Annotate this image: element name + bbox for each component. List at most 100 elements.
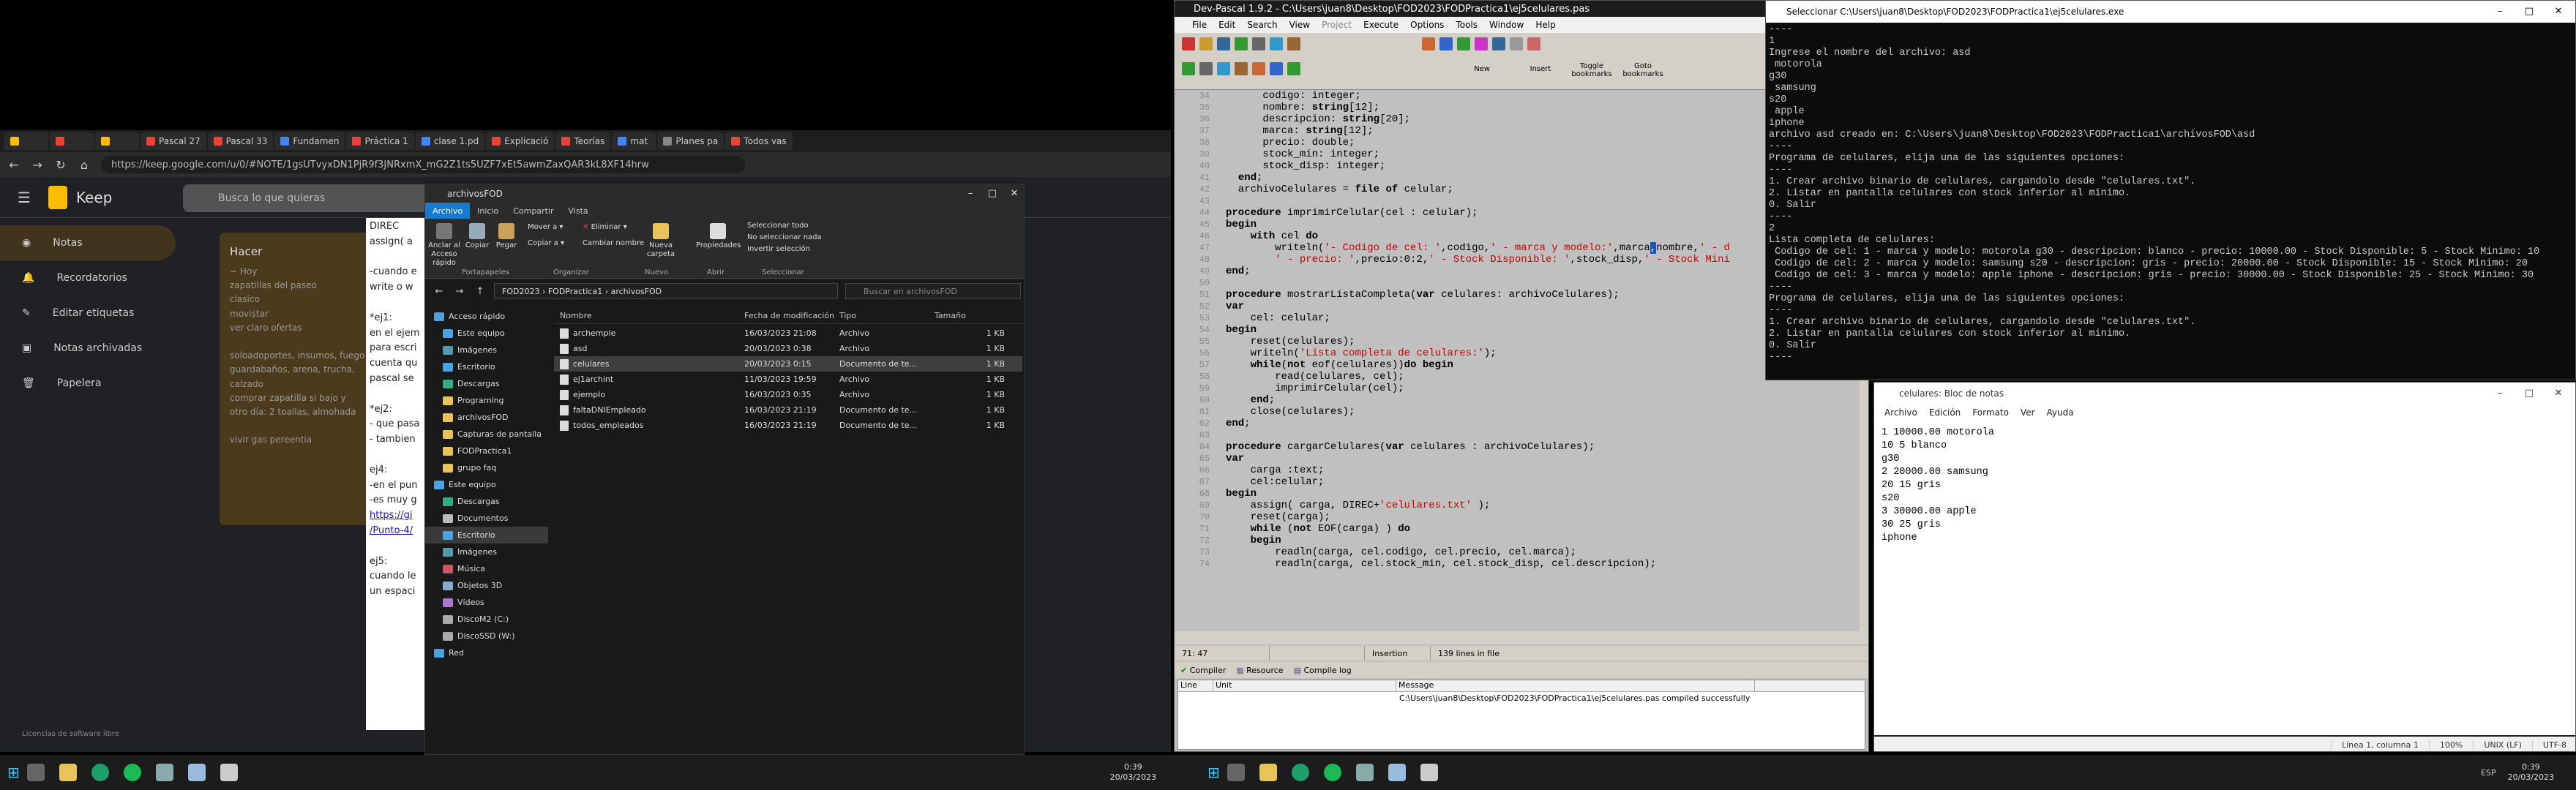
invert-selection-button[interactable]: Invertir selección bbox=[747, 245, 810, 254]
up-icon[interactable]: ↑ bbox=[473, 286, 487, 297]
toolbar-icon[interactable] bbox=[1270, 62, 1283, 75]
maximize-icon[interactable]: □ bbox=[981, 188, 1003, 199]
move-to-button[interactable]: Mover a ▾ bbox=[528, 223, 563, 232]
clock-left[interactable]: 0:39 20/03/2023 bbox=[1110, 762, 1156, 783]
keep-nav-item[interactable]: 🗑 Papelera bbox=[0, 366, 190, 401]
col-message[interactable]: Message bbox=[1396, 680, 1755, 691]
tab-resource[interactable]: ▦ Resource bbox=[1236, 666, 1283, 675]
console-taskbar-icon[interactable] bbox=[1420, 764, 1438, 781]
col-line[interactable]: Line bbox=[1178, 680, 1213, 691]
clock-right[interactable]: 0:39 20/03/2023 bbox=[2508, 762, 2554, 783]
tab-compile-log[interactable]: ▤ Compile log bbox=[1294, 666, 1352, 675]
nav-pane-item[interactable]: Capturas de pantalla bbox=[425, 426, 548, 443]
nav-pane-item[interactable]: Escritorio bbox=[425, 527, 548, 543]
pin-button[interactable]: Anclar al Acceso rápido bbox=[428, 223, 460, 268]
file-row[interactable]: faltaDNIEmpleado 16/03/2023 21:19 Document… bbox=[554, 402, 1022, 418]
nav-pane-item[interactable]: DiscoM2 (C:) bbox=[425, 611, 548, 628]
path-field[interactable]: FOD2023 › FODPractica1 › archivosFOD bbox=[494, 283, 838, 299]
menu-item[interactable]: Edit bbox=[1218, 20, 1235, 30]
nav-pane-item[interactable]: FODPractica1 bbox=[425, 443, 548, 459]
toolbar-icon[interactable] bbox=[1217, 37, 1230, 50]
paste-button[interactable]: Pegar bbox=[493, 223, 520, 250]
url-field[interactable]: https://keep.google.com/u/0/#NOTE/1gsUTv… bbox=[101, 156, 745, 173]
toolbar-icon[interactable] bbox=[1475, 37, 1488, 50]
rename-button[interactable]: Cambiar nombre bbox=[583, 239, 644, 248]
nav-pane-item[interactable]: Programing bbox=[425, 392, 548, 409]
menu-item[interactable]: View bbox=[1289, 20, 1310, 30]
menu-icon[interactable]: ☰ bbox=[18, 189, 31, 206]
nav-pane-item[interactable]: Este equipo bbox=[425, 325, 548, 342]
menu-item[interactable]: Project bbox=[1322, 20, 1352, 30]
toolbar-icon[interactable] bbox=[1252, 62, 1265, 75]
nav-pane-item[interactable]: DiscoSSD (W:) bbox=[425, 628, 548, 644]
nav-pane-item[interactable]: Descargas bbox=[425, 493, 548, 510]
tab-compartir[interactable]: Compartir bbox=[506, 206, 561, 216]
editor-hscrollbar[interactable] bbox=[1175, 631, 1868, 644]
toolbar-icon[interactable] bbox=[1287, 37, 1300, 50]
close-icon[interactable]: ✕ bbox=[2547, 6, 2569, 17]
tab-archivo[interactable]: Archivo bbox=[425, 203, 471, 219]
nav-pane-item[interactable]: Documentos bbox=[425, 510, 548, 527]
browser-tab[interactable] bbox=[95, 132, 139, 150]
col-date[interactable]: Fecha de modificación bbox=[744, 311, 839, 320]
notepad-text[interactable]: 1 10000.00 motorola 10 5 blanco g30 2 20000… bbox=[1874, 421, 2575, 735]
toolbar-icon[interactable] bbox=[1439, 37, 1453, 50]
toolbar-button-label[interactable]: Goto bookmarks bbox=[1621, 62, 1665, 78]
console-output[interactable]: ---- 1 Ingrese el nombre del archivo: asd … bbox=[1769, 24, 2559, 364]
edge-icon[interactable] bbox=[1291, 764, 1309, 781]
menu-item[interactable]: Edición bbox=[1929, 407, 1961, 418]
toolbar-icon[interactable] bbox=[1235, 62, 1248, 75]
browser-tab[interactable]: clase 1.pd bbox=[415, 132, 485, 150]
minimize-icon[interactable]: – bbox=[2489, 388, 2511, 399]
doc-text[interactable]: DIREC assign( a -cuando e write o w *ej1: e… bbox=[370, 219, 424, 731]
language-indicator[interactable]: ESP bbox=[2481, 768, 2496, 778]
menu-item[interactable]: Help bbox=[1535, 20, 1555, 30]
nav-pane-item[interactable]: Imágenes bbox=[425, 543, 548, 560]
menu-item[interactable]: Options bbox=[1410, 20, 1444, 30]
nav-pane-item[interactable]: archivosFOD bbox=[425, 409, 548, 426]
toolbar-icon[interactable] bbox=[1510, 37, 1523, 50]
nav-pane-item[interactable]: Vídeos bbox=[425, 594, 548, 611]
notepad-taskbar-icon[interactable] bbox=[187, 764, 206, 781]
nav-pane-item[interactable]: Imágenes bbox=[425, 342, 548, 358]
file-row[interactable]: archemple 16/03/2023 21:08 Archivo 1 KB bbox=[554, 326, 1022, 341]
forward-icon[interactable]: → bbox=[31, 158, 44, 172]
menu-item[interactable]: File bbox=[1192, 20, 1207, 30]
maximize-icon[interactable]: □ bbox=[2518, 6, 2540, 17]
menu-item[interactable]: Tools bbox=[1456, 20, 1478, 30]
explorer-taskbar-icon[interactable] bbox=[1259, 764, 1277, 781]
browser-tab[interactable]: Explicació bbox=[486, 132, 555, 150]
menu-item[interactable]: Execute bbox=[1363, 20, 1399, 30]
task-view-icon[interactable] bbox=[1227, 764, 1245, 781]
toolbar-icon[interactable] bbox=[1199, 62, 1213, 75]
browser-tab[interactable]: Fundamen bbox=[274, 132, 345, 150]
reload-icon[interactable]: ↻ bbox=[54, 158, 67, 172]
toolbar-icon[interactable] bbox=[1422, 37, 1435, 50]
nav-pane-item[interactable]: Escritorio bbox=[425, 358, 548, 375]
explorer-search-input[interactable]: Buscar en archivosFOD bbox=[845, 283, 1021, 299]
start-icon[interactable]: ⊞ bbox=[1208, 764, 1220, 781]
col-size[interactable]: Tamaño bbox=[935, 311, 1015, 320]
browser-tab[interactable]: Práctica 1 bbox=[346, 132, 414, 150]
edge-icon[interactable] bbox=[91, 764, 109, 781]
properties-button[interactable]: Propiedades bbox=[696, 223, 741, 250]
toolbar-icon[interactable] bbox=[1287, 62, 1300, 75]
browser-tab[interactable] bbox=[50, 132, 94, 150]
devpascal-taskbar-icon[interactable] bbox=[155, 764, 173, 781]
minimize-icon[interactable]: – bbox=[959, 188, 981, 199]
toolbar-button-label[interactable]: Toggle bookmarks bbox=[1570, 62, 1614, 78]
file-row[interactable]: todos_empleados 16/03/2023 21:19 Documento… bbox=[554, 418, 1022, 433]
nav-pane-item[interactable]: Objetos 3D bbox=[425, 577, 548, 594]
browser-tab[interactable]: Planes pa bbox=[657, 132, 724, 150]
forward-icon[interactable]: → bbox=[453, 286, 466, 297]
tab-compiler[interactable]: ✔ Compiler bbox=[1180, 666, 1226, 675]
toolbar-icon[interactable] bbox=[1492, 37, 1505, 50]
browser-tab[interactable]: Todos vas bbox=[725, 132, 793, 150]
tab-vista[interactable]: Vista bbox=[561, 206, 596, 216]
select-all-button[interactable]: Seleccionar todo bbox=[747, 222, 809, 230]
toolbar-icon[interactable] bbox=[1217, 62, 1230, 75]
browser-tab[interactable]: Pascal 33 bbox=[207, 132, 274, 150]
file-row[interactable]: ejemplo 16/03/2023 0:35 Archivo 1 KB bbox=[554, 387, 1022, 402]
keep-nav-item[interactable]: 🔔 Recordatorios bbox=[0, 260, 190, 296]
browser-tab[interactable] bbox=[4, 132, 48, 150]
